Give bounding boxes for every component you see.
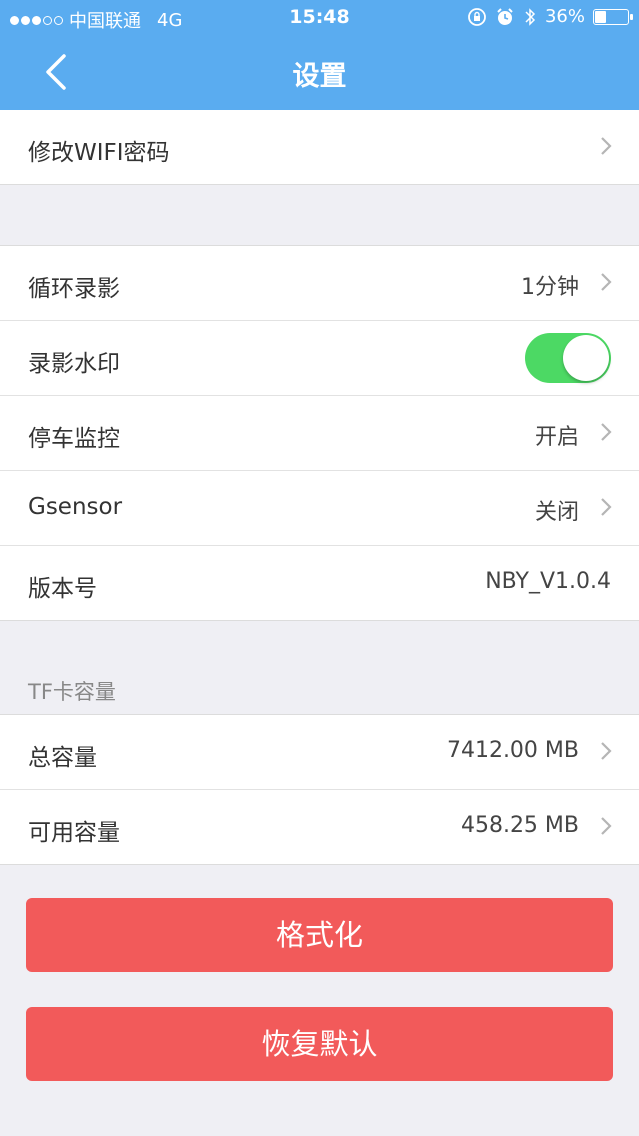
watermark-toggle[interactable] [525, 333, 611, 383]
bluetooth-icon [525, 7, 536, 26]
tf-section-header: TF卡容量 [28, 680, 116, 704]
rotation-lock-icon [468, 7, 486, 26]
gsensor-label: Gsensor [28, 494, 123, 520]
total-capacity-row[interactable]: 总容量 7412.00 MB [0, 715, 639, 790]
chevron-right-icon [601, 498, 612, 516]
total-capacity-value: 7412.00 MB [446, 738, 579, 763]
alarm-icon [497, 7, 513, 25]
chevron-right-icon [601, 423, 612, 441]
parking-monitor-row[interactable]: 停车监控 开启 [0, 396, 639, 471]
chevron-right-icon [601, 137, 612, 155]
gsensor-row[interactable]: Gsensor 关闭 [0, 471, 639, 546]
reset-default-button[interactable]: 恢复默认 [26, 1007, 613, 1081]
version-row: 版本号 NBY_V1.0.4 [0, 546, 639, 620]
loop-recording-label: 循环录影 [28, 276, 120, 302]
parking-monitor-value: 开启 [534, 425, 579, 450]
video-settings-group: 循环录影 1分钟 录影水印 停车监控 开启 Gsensor 关闭 版本号 NBY… [0, 245, 639, 621]
loop-recording-row[interactable]: 循环录影 1分钟 [0, 246, 639, 321]
toggle-knob [563, 335, 609, 381]
chevron-right-icon [601, 273, 612, 291]
watermark-row: 录影水印 [0, 321, 639, 396]
parking-monitor-label: 停车监控 [28, 426, 120, 452]
battery-icon [593, 8, 633, 25]
chevron-right-icon [601, 817, 612, 835]
wifi-password-row[interactable]: 修改WIFI密码 [0, 110, 639, 184]
version-value: NBY_V1.0.4 [485, 569, 611, 594]
wifi-group: 修改WIFI密码 [0, 110, 639, 185]
watermark-label: 录影水印 [28, 351, 120, 377]
chevron-right-icon [601, 742, 612, 760]
available-capacity-row[interactable]: 可用容量 458.25 MB [0, 790, 639, 864]
navigation-bar: 设置 [0, 36, 639, 110]
battery-percent: 36% [544, 6, 585, 27]
available-capacity-value: 458.25 MB [460, 813, 579, 838]
status-bar: 中国联通 4G 15:48 36% [0, 0, 639, 36]
available-capacity-label: 可用容量 [28, 820, 120, 846]
total-capacity-label: 总容量 [28, 745, 97, 771]
page-title: 设置 [292, 61, 347, 92]
tf-capacity-group: 总容量 7412.00 MB 可用容量 458.25 MB [0, 714, 639, 865]
gsensor-value: 关闭 [534, 500, 579, 525]
status-right: 36% [467, 6, 633, 27]
wifi-password-label: 修改WIFI密码 [28, 140, 170, 166]
format-button[interactable]: 格式化 [26, 898, 613, 972]
loop-recording-value: 1分钟 [521, 275, 579, 300]
top-bar: 中国联通 4G 15:48 36% 设置 [0, 0, 639, 110]
version-label: 版本号 [28, 576, 97, 602]
